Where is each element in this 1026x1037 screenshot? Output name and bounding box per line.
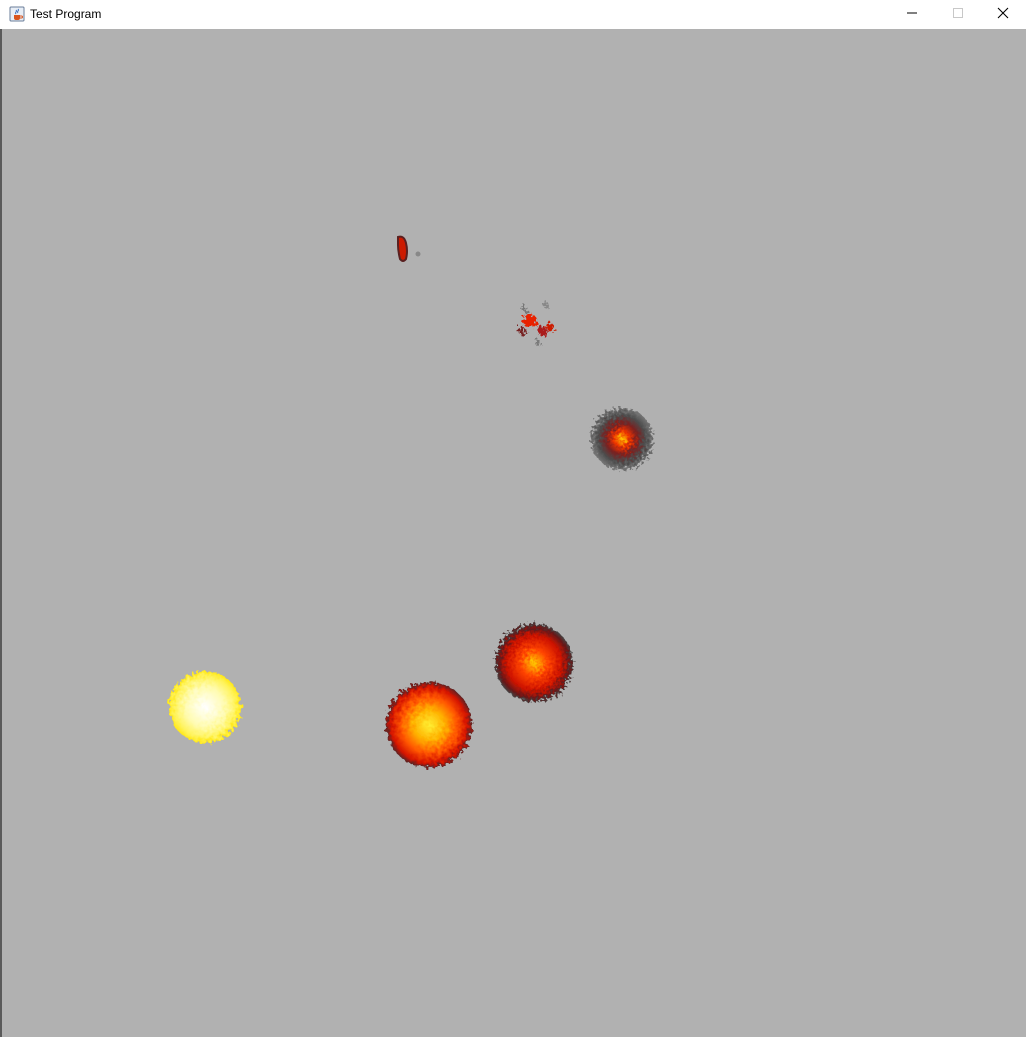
explosion-frame-4	[591, 408, 653, 470]
app-window: Test Program	[0, 0, 1026, 1037]
close-button[interactable]	[980, 0, 1026, 29]
minimize-icon	[906, 6, 918, 24]
minimize-button[interactable]	[889, 0, 935, 29]
explosion-frame-1	[169, 671, 241, 743]
explosion-frame-2	[386, 682, 472, 768]
explosion-frame-5	[518, 302, 554, 346]
explosion-frame-6	[397, 235, 421, 262]
game-canvas[interactable]	[2, 29, 1026, 1037]
maximize-button[interactable]	[935, 0, 981, 29]
title-bar[interactable]: Test Program	[0, 0, 1026, 29]
java-cup-icon[interactable]	[9, 6, 25, 22]
close-icon	[997, 6, 1009, 24]
maximize-icon	[952, 6, 964, 24]
explosion-frame-3	[495, 624, 573, 702]
window-title: Test Program	[30, 7, 102, 21]
